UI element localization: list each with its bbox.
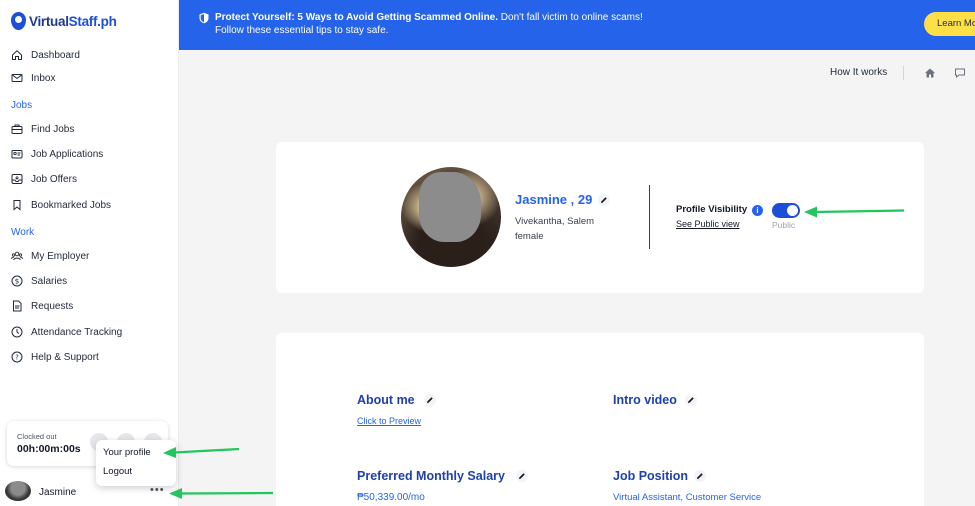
profile-location: Vivekantha, Salem [515, 216, 595, 227]
annotation-arrow-more [169, 488, 274, 499]
document-icon [11, 300, 23, 312]
clock-time: 00h:00m:00s [17, 443, 81, 455]
menu-item-your-profile[interactable]: Your profile [103, 447, 151, 458]
edit-position-icon[interactable] [694, 470, 706, 482]
id-card-icon [11, 148, 23, 160]
sidebar: VirtualStaff.ph Dashboard Inbox Jobs Fin… [0, 0, 179, 506]
user-name: Jasmine [39, 487, 77, 498]
sidebar-item-job-offers[interactable]: Job Offers [11, 171, 77, 187]
mail-icon [11, 72, 23, 84]
section-work: Work [11, 227, 35, 238]
how-it-works-link[interactable]: How It works [830, 67, 887, 78]
sidebar-item-label: My Employer [31, 250, 90, 262]
sidebar-item-label: Bookmarked Jobs [31, 199, 112, 211]
visibility-status: Public [772, 220, 796, 230]
learn-more-button[interactable]: Learn Mo [924, 12, 975, 36]
sidebar-item-label: Find Jobs [31, 123, 75, 135]
svg-text:$: $ [15, 277, 19, 285]
edit-intro-video-icon[interactable] [685, 394, 697, 406]
annotation-arrow-profile [163, 447, 240, 458]
sidebar-item-my-employer[interactable]: My Employer [11, 248, 89, 264]
logo-text-part2: Staff.ph [68, 13, 117, 29]
logo[interactable]: VirtualStaff.ph [11, 12, 117, 30]
sidebar-item-job-applications[interactable]: Job Applications [11, 146, 103, 162]
bookmark-icon [11, 199, 23, 211]
sidebar-item-label: Salaries [31, 275, 68, 287]
banner-text: Protect Yourself: 5 Ways to Avoid Gettin… [215, 12, 643, 37]
profile-photo[interactable] [401, 167, 501, 267]
sidebar-item-dashboard[interactable]: Dashboard [11, 47, 80, 63]
sidebar-item-salaries[interactable]: $ Salaries [11, 273, 67, 289]
job-position-title: Job Position [613, 469, 688, 483]
sidebar-item-label: Inbox [31, 72, 56, 84]
sidebar-item-label: Help & Support [31, 351, 99, 363]
edit-name-icon[interactable] [598, 194, 610, 206]
sidebar-item-bookmarked-jobs[interactable]: Bookmarked Jobs [11, 197, 111, 213]
sidebar-item-help-support[interactable]: ? Help & Support [11, 349, 99, 365]
sidebar-item-label: Job Applications [31, 148, 104, 160]
users-icon [11, 250, 23, 262]
menu-item-logout[interactable]: Logout [103, 466, 132, 477]
shield-icon [199, 12, 209, 24]
see-public-view-link[interactable]: See Public view [676, 219, 740, 229]
profile-visibility-label: Profile Visibility [676, 204, 748, 215]
sidebar-item-attendance-tracking[interactable]: Attendance Tracking [11, 324, 122, 340]
chat-icon[interactable] [954, 67, 966, 79]
home-icon [11, 49, 23, 61]
banner-line2: Follow these essential tips to stay safe… [215, 24, 389, 36]
section-jobs: Jobs [11, 100, 33, 111]
clock-icon [11, 326, 23, 338]
logo-pin-icon [11, 12, 26, 30]
edit-salary-icon[interactable] [516, 470, 528, 482]
help-icon: ? [11, 351, 23, 363]
announcement-banner: Protect Yourself: 5 Ways to Avoid Gettin… [179, 0, 975, 50]
home-icon[interactable] [924, 67, 936, 79]
sidebar-item-label: Job Offers [31, 173, 77, 185]
inbox-icon [11, 173, 23, 185]
annotation-arrow-visibility [804, 206, 905, 218]
clock-status: Clocked out [17, 432, 57, 441]
info-icon[interactable]: i [752, 205, 763, 216]
logo-text-part1: Virtual [29, 13, 69, 29]
dollar-icon: $ [11, 275, 23, 287]
vertical-divider [649, 185, 650, 249]
sidebar-item-label: Requests [31, 300, 74, 312]
edit-about-icon[interactable] [424, 394, 436, 406]
sidebar-item-requests[interactable]: Requests [11, 298, 73, 314]
banner-headline: Protect Yourself: 5 Ways to Avoid Gettin… [215, 12, 499, 23]
briefcase-icon [11, 123, 23, 135]
sidebar-item-label: Attendance Tracking [31, 326, 123, 338]
svg-text:?: ? [15, 354, 19, 362]
preferred-salary-title: Preferred Monthly Salary [357, 469, 505, 483]
job-position-value: Virtual Assistant, Customer Service [613, 492, 762, 503]
nav-divider [903, 66, 904, 80]
about-me-title: About me [357, 393, 415, 407]
visibility-toggle[interactable] [772, 203, 800, 218]
salary-value: ₱50,339.00/mo [357, 492, 425, 503]
sidebar-item-inbox[interactable]: Inbox [11, 70, 55, 86]
avatar[interactable] [5, 481, 31, 501]
sidebar-item-label: Dashboard [31, 49, 80, 61]
intro-video-title: Intro video [613, 393, 677, 407]
banner-subtext: Don't fall victim to online scams! [498, 12, 643, 23]
click-to-preview-link[interactable]: Click to Preview [357, 416, 421, 426]
details-card: About me Click to Preview Intro video Pr… [276, 333, 924, 506]
profile-gender: female [515, 231, 544, 242]
photo-blur [419, 172, 481, 242]
profile-name: Jasmine , 29 [515, 192, 593, 207]
sidebar-item-find-jobs[interactable]: Find Jobs [11, 121, 74, 137]
